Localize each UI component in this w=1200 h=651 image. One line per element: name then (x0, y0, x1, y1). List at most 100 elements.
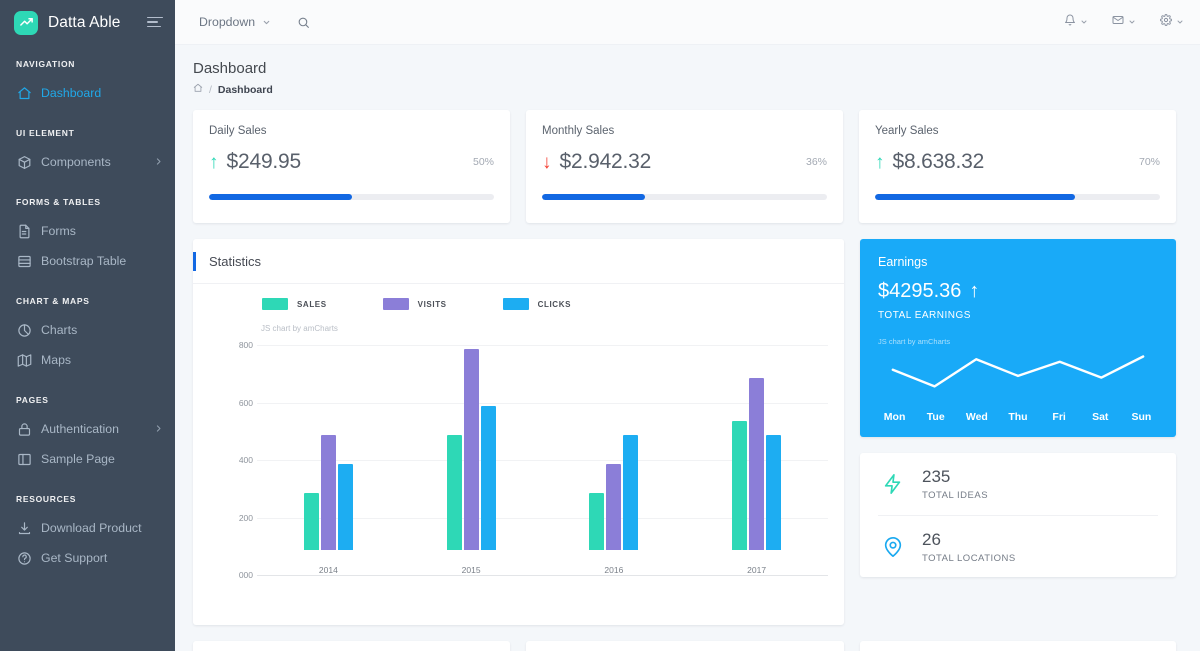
chevron-right-icon (154, 155, 163, 169)
legend-item[interactable]: VISITS (383, 298, 447, 310)
topbar-dropdown[interactable]: Dropdown (199, 15, 271, 29)
sidebar-item-label: Download Product (41, 521, 141, 535)
pie-chart-icon (16, 322, 32, 338)
bar[interactable] (606, 464, 621, 550)
arrow-up-icon: ↑ (969, 280, 979, 303)
progress-bar (875, 194, 1160, 200)
breadcrumb-separator: / (209, 84, 212, 96)
mini-stat-text: 26TOTAL LOCATIONS (922, 530, 1016, 564)
stat-card-label: Monthly Sales (542, 125, 827, 137)
sidebar-item-authentication[interactable]: Authentication (0, 414, 175, 444)
box-icon (16, 154, 32, 170)
messages-button[interactable] (1112, 13, 1136, 31)
sidebar-brand: Datta Able (0, 0, 175, 45)
sidebar-item-sample-page[interactable]: Sample Page (0, 444, 175, 474)
home-icon (16, 85, 32, 101)
bar[interactable] (732, 421, 747, 550)
bar-group (543, 320, 686, 550)
earnings-subtitle: TOTAL EARNINGS (878, 310, 1158, 321)
sidebar-item-get-support[interactable]: Get Support (0, 543, 175, 573)
bar[interactable] (766, 435, 781, 550)
sidebar-item-maps[interactable]: Maps (0, 345, 175, 375)
stat-card-percent: 36% (806, 156, 827, 168)
hamburger-icon[interactable] (147, 17, 163, 29)
home-icon[interactable] (193, 83, 203, 96)
stat-card: Monthly Sales ↓$2.942.3236% (526, 110, 843, 223)
sidebar-item-label: Dashboard (41, 86, 101, 100)
legend-item[interactable]: CLICKS (503, 298, 571, 310)
stat-card-percent: 50% (473, 156, 494, 168)
legend-item[interactable]: SALES (262, 298, 327, 310)
sidebar-item-label: Sample Page (41, 452, 115, 466)
app-root: Datta Able NAVIGATIONDashboardUI ELEMENT… (0, 0, 1200, 651)
mini-stat-value: 26 (922, 530, 1016, 550)
settings-button[interactable] (1160, 13, 1184, 31)
search-icon[interactable] (297, 16, 310, 29)
sidebar-item-forms[interactable]: Forms (0, 216, 175, 246)
progress-bar-fill (542, 194, 645, 200)
day-label: Mon (874, 411, 915, 423)
topbar-right (1064, 13, 1184, 31)
bar[interactable] (447, 435, 462, 550)
mini-stat: 26TOTAL LOCATIONS (878, 515, 1158, 577)
bar[interactable] (623, 435, 638, 550)
stat-card-amount: $249.95 (227, 150, 302, 174)
page-header: Dashboard / Dashboard (193, 60, 1176, 96)
mini-stats-card: 235TOTAL IDEAS 26TOTAL LOCATIONS (860, 453, 1176, 577)
mini-stat-value: 235 (922, 467, 988, 487)
bar[interactable] (749, 378, 764, 551)
stat-card-value-row: ↑$249.9550% (209, 150, 494, 174)
y-axis-tick: 800 (213, 340, 253, 350)
day-label: Wed (956, 411, 997, 423)
bar[interactable] (481, 406, 496, 550)
stat-card-label: Yearly Sales (875, 125, 1160, 137)
sidebar-item-bootstrap-table[interactable]: Bootstrap Table (0, 246, 175, 276)
bottom-card-1 (193, 641, 510, 651)
download-icon (16, 520, 32, 536)
notifications-button[interactable] (1064, 13, 1088, 31)
sidebar-caption: CHART & MAPS (0, 296, 175, 306)
map-pin-icon (878, 536, 908, 558)
sidebar-item-download-product[interactable]: Download Product (0, 513, 175, 543)
topbar: Dropdown (175, 0, 1200, 45)
sidebar-caption: NAVIGATION (0, 59, 175, 69)
day-label: Thu (997, 411, 1038, 423)
map-icon (16, 352, 32, 368)
x-axis-tick: 2016 (604, 565, 623, 575)
earnings-amount-row: $4295.36 ↑ (878, 280, 1158, 303)
bell-icon (1064, 13, 1076, 31)
right-column: Earnings $4295.36 ↑ TOTAL EARNINGS JS ch… (860, 239, 1176, 625)
brand-name: Datta Able (48, 14, 121, 32)
progress-bar (209, 194, 494, 200)
bar-groups (257, 320, 828, 550)
legend-label: CLICKS (538, 300, 571, 309)
arrow-down-icon: ↓ (542, 153, 552, 172)
bar[interactable] (321, 435, 336, 550)
file-text-icon (16, 223, 32, 239)
bar[interactable] (464, 349, 479, 550)
sidebar-item-components[interactable]: Components (0, 147, 175, 177)
stat-card-row: Daily Sales↑$249.9550%Monthly Sales↓$2.9… (193, 110, 1176, 223)
legend-label: VISITS (418, 300, 447, 309)
bottom-card-2 (526, 641, 844, 651)
bar[interactable] (338, 464, 353, 550)
bar[interactable] (589, 493, 604, 551)
zap-icon (878, 473, 908, 495)
bar[interactable] (304, 493, 319, 551)
chart-legend: SALES VISITS CLICKS (207, 298, 830, 310)
legend-swatch (383, 298, 409, 310)
table-icon (16, 253, 32, 269)
earnings-amount: $4295.36 (878, 280, 961, 303)
topbar-dropdown-label: Dropdown (199, 15, 255, 29)
bottom-card-row (193, 641, 1176, 651)
dashboard-columns: Statistics SALESVISITSCLICKS JS chart by… (193, 239, 1176, 625)
mini-stat-text: 235TOTAL IDEAS (922, 467, 988, 501)
gear-icon (1160, 13, 1172, 31)
bar-group (685, 320, 828, 550)
mail-icon (1112, 13, 1124, 31)
progress-bar-fill (209, 194, 352, 200)
stat-card-value-row: ↓$2.942.3236% (542, 150, 827, 174)
sidebar-item-charts[interactable]: Charts (0, 315, 175, 345)
legend-swatch (262, 298, 288, 310)
sidebar-item-dashboard[interactable]: Dashboard (0, 78, 175, 108)
